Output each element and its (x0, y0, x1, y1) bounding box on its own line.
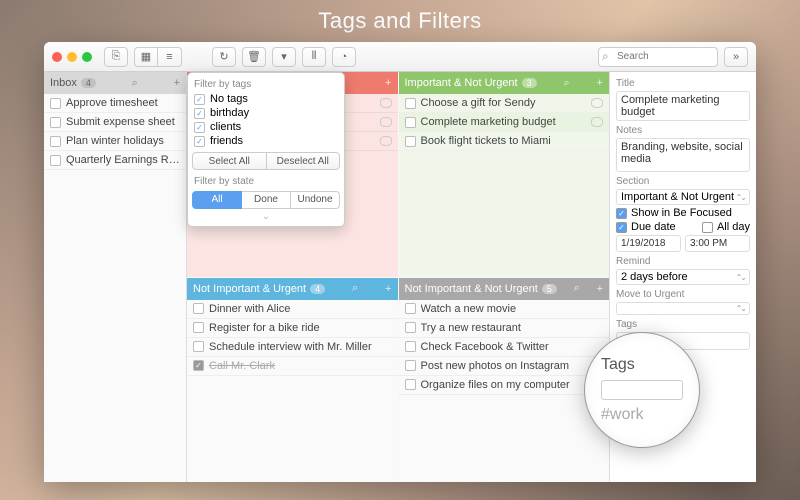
filter-button[interactable]: ▾ (272, 47, 296, 67)
hero-title: Tags and Filters (0, 8, 800, 34)
add-icon[interactable]: + (174, 77, 180, 89)
view-segment[interactable]: ▦ ≡ (134, 47, 182, 67)
search-icon[interactable]: ⌕ (564, 77, 570, 90)
filter-tags-label: Filter by tags (192, 77, 340, 92)
quadrant-board: ⌕+ …n 07 …n 07 …n 04 Important & Not Urg… (187, 72, 609, 482)
move-select[interactable] (616, 302, 750, 315)
close-icon[interactable] (52, 52, 62, 62)
state-done[interactable]: Done (242, 191, 291, 209)
magnify-tags-label: Tags (601, 356, 683, 374)
list-item: Quarterly Earnings Report (44, 151, 186, 170)
search-icon[interactable]: ⌕ (352, 282, 358, 295)
allday-checkbox[interactable] (702, 222, 713, 233)
sync-button[interactable]: ↻ (212, 47, 236, 67)
state-segment[interactable]: All Done Undone (192, 191, 340, 209)
checkbox[interactable] (50, 155, 61, 166)
comment-icon[interactable] (380, 98, 392, 108)
checkbox[interactable] (194, 108, 205, 119)
list-item[interactable]: Book flight tickets to Miami (399, 132, 610, 151)
toggle-inspector-button[interactable]: » (724, 47, 748, 67)
add-icon[interactable]: + (597, 77, 603, 89)
chevron-down-icon[interactable]: ⌄ (192, 211, 340, 222)
inbox-header[interactable]: Inbox 4 ⌕ + (44, 72, 186, 94)
magnifier-lens: Tags #work (584, 332, 700, 448)
checkbox[interactable] (50, 136, 61, 147)
comment-icon[interactable] (380, 117, 392, 127)
notes-label: Notes (616, 125, 750, 136)
list-item[interactable]: Organize files on my computer (399, 376, 610, 395)
title-field[interactable]: Complete marketing budget (616, 91, 750, 121)
inbox-count: 4 (81, 78, 96, 88)
state-undone[interactable]: Undone (291, 191, 340, 209)
list-item[interactable]: Watch a new movie (399, 300, 610, 319)
checkbox[interactable] (50, 98, 61, 109)
deselect-all-button[interactable]: Deselect All (267, 152, 341, 170)
add-icon[interactable]: + (385, 283, 391, 295)
due-time-field[interactable]: 3:00 PM (685, 235, 750, 252)
list-item[interactable]: Register for a bike rideJan 04 (187, 319, 398, 338)
comment-icon[interactable] (591, 117, 603, 127)
add-icon[interactable]: + (597, 283, 603, 295)
list-item: Submit expense sheet (44, 113, 186, 132)
traffic-lights (52, 52, 92, 62)
state-all[interactable]: All (192, 191, 242, 209)
quadrant-not-important-urgent: Not Important & Urgent4⌕+ Dinner with Al… (187, 278, 398, 483)
trash-button[interactable]: 🗑 (242, 47, 266, 67)
list-view-button[interactable]: ≡ (158, 47, 182, 67)
checkbox[interactable] (194, 122, 205, 133)
magnify-input (601, 380, 683, 400)
timer-button[interactable]: ◔ (332, 47, 356, 67)
section-label: Section (616, 176, 750, 187)
list-item[interactable]: Check Facebook & Twitter (399, 338, 610, 357)
remind-select[interactable]: 2 days before (616, 269, 750, 285)
notes-field[interactable]: Branding, website, social media (616, 138, 750, 172)
list-item[interactable]: Post new photos on Instagram (399, 357, 610, 376)
show-checkbox[interactable]: ✓ (616, 208, 627, 219)
due-checkbox[interactable]: ✓ (616, 222, 627, 233)
comment-icon[interactable] (591, 98, 603, 108)
checkbox[interactable] (50, 117, 61, 128)
search-input[interactable] (598, 47, 718, 67)
quadrant-important-not-urgent: Important & Not Urgent3⌕+ Choose a gift … (399, 72, 610, 277)
list-item[interactable]: Schedule interview with Mr. Miller (187, 338, 398, 357)
checkbox[interactable] (194, 136, 205, 147)
list-item[interactable]: Try a new restaurant (399, 319, 610, 338)
search-icon[interactable]: ⌕ (132, 77, 138, 90)
inbox-title: Inbox (50, 77, 77, 89)
list-item: Plan winter holidays (44, 132, 186, 151)
section-select[interactable]: Important & Not Urgent (616, 189, 750, 205)
comment-icon[interactable] (380, 136, 392, 146)
list-item[interactable]: ✓Call Mr. Clark (187, 357, 398, 376)
move-label: Move to Urgent (616, 289, 750, 300)
app-window: ⎘ ▦ ≡ ↻ 🗑 ▾ ⫴ ◔ » Inbox 4 ⌕ + Approve ti… (44, 42, 756, 482)
search-icon[interactable]: ⌕ (574, 282, 580, 295)
sidebar: Inbox 4 ⌕ + Approve timesheet Submit exp… (44, 72, 187, 482)
checkbox[interactable] (194, 94, 205, 105)
title-label: Title (616, 78, 750, 89)
list-item: Approve timesheet (44, 94, 186, 113)
minimize-icon[interactable] (67, 52, 77, 62)
filter-option[interactable]: birthday (192, 106, 340, 120)
filter-option[interactable]: friends (192, 134, 340, 148)
filter-option[interactable]: clients (192, 120, 340, 134)
filter-popover: Filter by tags No tags birthday clients … (187, 72, 345, 227)
due-date-field[interactable]: 1/19/2018 (616, 235, 681, 252)
list-item[interactable]: Choose a gift for SendyJan 21 (399, 94, 610, 113)
tags-label: Tags (616, 319, 750, 330)
filter-option[interactable]: No tags (192, 92, 340, 106)
stats-button[interactable]: ⫴ (302, 47, 326, 67)
list-item[interactable]: Complete marketing budgetJan 19 (399, 113, 610, 132)
list-item[interactable]: Dinner with AliceJan 03 (187, 300, 398, 319)
quadrant-not-important-not-urgent: Not Important & Not Urgent5⌕+ Watch a ne… (399, 278, 610, 483)
tray-button[interactable]: ⎘ (104, 47, 128, 67)
magnify-hash: #work (601, 406, 683, 424)
filter-state-label: Filter by state (192, 174, 340, 189)
titlebar: ⎘ ▦ ≡ ↻ 🗑 ▾ ⫴ ◔ » (44, 42, 756, 72)
select-all-button[interactable]: Select All (192, 152, 267, 170)
add-icon[interactable]: + (385, 77, 391, 89)
zoom-icon[interactable] (82, 52, 92, 62)
grid-view-button[interactable]: ▦ (134, 47, 158, 67)
remind-label: Remind (616, 256, 750, 267)
